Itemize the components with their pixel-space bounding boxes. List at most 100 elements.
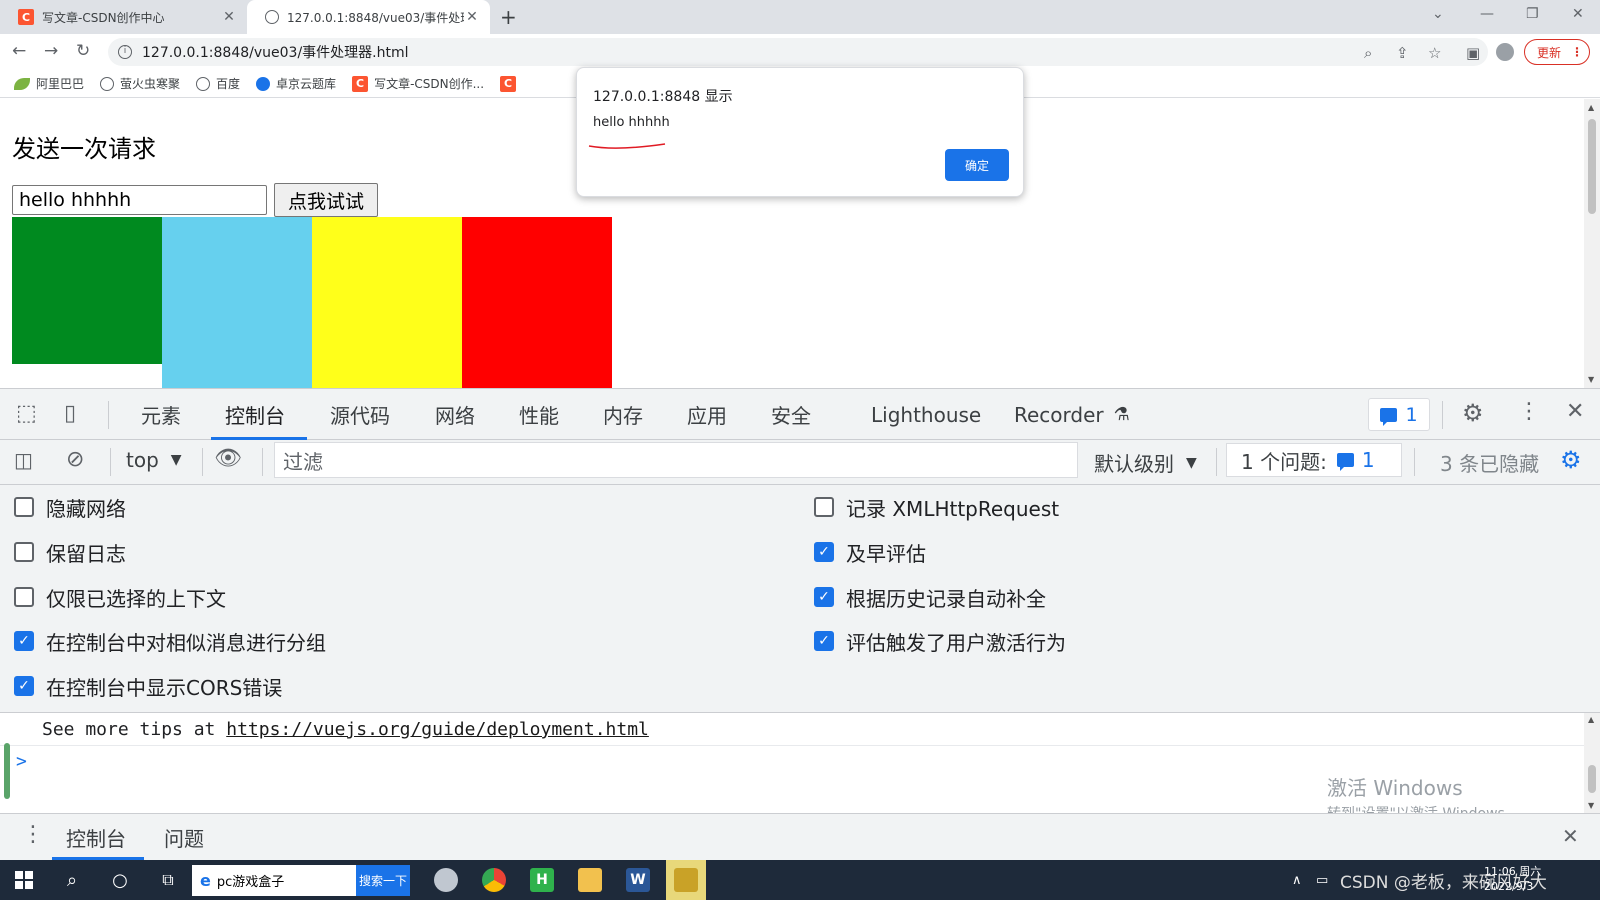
clock[interactable]: 11:06 周六 2022/9/3 [1484, 864, 1541, 894]
devtools-tab-elements[interactable]: 元素 [141, 389, 181, 440]
context-selector[interactable]: top ▼ [126, 448, 182, 472]
share-icon[interactable]: ⇪ [1396, 44, 1409, 62]
more-options-icon[interactable]: ⋮ [1518, 399, 1540, 424]
drawer-tab-issues[interactable]: 问题 [164, 814, 204, 860]
bookmark-baidu[interactable]: 百度 [196, 75, 240, 92]
reload-icon[interactable]: ↻ [76, 41, 90, 61]
close-drawer-icon[interactable]: ✕ [1562, 824, 1579, 848]
tab-search-chevron-icon[interactable]: ⌄ [1432, 6, 1444, 22]
browser-tab-csdn[interactable]: C 写文章-CSDN创作中心 ✕ [0, 0, 247, 34]
checkbox-unchecked-icon[interactable] [14, 587, 34, 607]
search-icon[interactable]: ⌕ [52, 860, 92, 900]
devtools-tab-security[interactable]: 安全 [771, 389, 811, 440]
devtools-tab-performance[interactable]: 性能 [519, 389, 559, 440]
devtools-tab-lighthouse[interactable]: Lighthouse [871, 389, 981, 440]
setting-settings_left-2[interactable]: 仅限已选择的上下文 [14, 583, 226, 611]
checkbox-checked-icon[interactable]: ✓ [14, 631, 34, 651]
scroll-thumb[interactable] [1588, 765, 1596, 793]
scroll-down-icon[interactable]: ▼ [1588, 375, 1594, 384]
drag-handle[interactable] [4, 743, 10, 799]
console-link[interactable]: https://vuejs.org/guide/deployment.html [226, 719, 649, 740]
forward-arrow-icon[interactable]: → [44, 41, 58, 61]
back-arrow-icon[interactable]: ← [12, 41, 26, 61]
scroll-up-icon[interactable]: ▲ [1588, 715, 1594, 724]
scroll-up-icon[interactable]: ▲ [1588, 103, 1594, 112]
console-scrollbar[interactable]: ▲ ▼ [1584, 713, 1600, 813]
setting-settings_left-3[interactable]: ✓ 在控制台中对相似消息进行分组 [14, 627, 326, 655]
new-tab-icon[interactable]: + [500, 5, 517, 29]
restore-icon[interactable]: ❐ [1526, 6, 1539, 22]
taskbar-search-box[interactable]: e pc游戏盒子 搜索一下 [192, 865, 410, 896]
site-info-icon[interactable]: i [118, 45, 132, 59]
side-panel-icon[interactable]: ▣ [1466, 44, 1480, 62]
bookmark-zhuojing[interactable]: 卓京云题库 [256, 75, 336, 92]
setting-settings_left-0[interactable]: 隐藏网络 [14, 493, 126, 521]
browser-tab-event-handler[interactable]: 127.0.0.1:8848/vue03/事件处理 ✕ [247, 0, 490, 34]
tray-chevron-icon[interactable]: ∧ [1292, 860, 1302, 900]
settings-gear-icon[interactable]: ⚙ [1462, 399, 1484, 427]
try-button[interactable]: 点我试试 [274, 183, 378, 217]
setting-settings_right-0[interactable]: 记录 XMLHttpRequest [814, 493, 1059, 521]
message-input[interactable] [12, 185, 267, 215]
devtools-tab-recorder[interactable]: Recorder ⚗ [1014, 389, 1130, 440]
checkbox-checked-icon[interactable]: ✓ [814, 587, 834, 607]
alert-ok-button[interactable]: 确定 [945, 149, 1009, 181]
battery-icon[interactable]: ▭ [1316, 860, 1328, 900]
page-scrollbar[interactable]: ▲ ▼ [1584, 99, 1600, 388]
sidebar-toggle-icon[interactable]: ◫ [14, 448, 33, 472]
checkbox-checked-icon[interactable]: ✓ [14, 676, 34, 696]
checkbox-checked-icon[interactable]: ✓ [814, 631, 834, 651]
close-window-icon[interactable]: ✕ [1572, 6, 1584, 22]
checkbox-checked-icon[interactable]: ✓ [814, 542, 834, 562]
log-level-selector[interactable]: 默认级别 ▼ [1094, 448, 1197, 477]
bookmark-csdn[interactable]: C 写文章-CSDN创作... [352, 75, 484, 92]
setting-settings_right-3[interactable]: ✓ 评估触发了用户激活行为 [814, 627, 1066, 655]
drawer-tab-console[interactable]: 控制台 [52, 814, 144, 860]
task-view-icon[interactable]: ⧉ [148, 860, 188, 900]
checkbox-unchecked-icon[interactable] [14, 542, 34, 562]
cortana-icon[interactable]: ○ [100, 860, 140, 900]
taskbar-app-paint[interactable] [426, 860, 466, 900]
devtools-tab-console[interactable]: 控制台 [211, 389, 307, 440]
taskbar-app-chrome[interactable] [474, 860, 514, 900]
devtools-tab-sources[interactable]: 源代码 [330, 389, 390, 440]
start-button[interactable] [0, 860, 48, 900]
profile-avatar-icon[interactable] [1496, 43, 1514, 61]
issues-button[interactable]: 1 个问题: 1 [1226, 443, 1402, 477]
taskbar-app-word[interactable]: W [618, 860, 658, 900]
setting-settings_right-1[interactable]: ✓ 及早评估 [814, 538, 926, 566]
address-bar[interactable]: i 127.0.0.1:8848/vue03/事件处理器.html [108, 38, 1488, 66]
devtools-tab-network[interactable]: 网络 [435, 389, 475, 440]
inspect-element-icon[interactable]: ⬚ [16, 401, 37, 426]
device-toolbar-icon[interactable]: ▯ [64, 401, 76, 426]
tab-close-icon[interactable]: ✕ [464, 9, 480, 25]
bookmark-alibaba[interactable]: 阿里巴巴 [14, 75, 84, 92]
console-settings-gear-icon[interactable]: ⚙ [1560, 446, 1582, 474]
issues-counter-button[interactable]: 1 [1368, 398, 1430, 431]
devtools-tab-memory[interactable]: 内存 [603, 389, 643, 440]
checkbox-unchecked-icon[interactable] [814, 497, 834, 517]
eye-icon[interactable]: 👁 [214, 446, 242, 471]
zoom-icon[interactable]: ⌕ [1364, 44, 1372, 62]
update-button[interactable]: 更新 ⋮ [1524, 39, 1590, 65]
minimize-icon[interactable]: — [1480, 6, 1494, 22]
setting-settings_left-1[interactable]: 保留日志 [14, 538, 126, 566]
taskbar-app-hbuilder[interactable]: H [522, 860, 562, 900]
filter-input[interactable]: 过滤 [274, 442, 1078, 478]
scroll-down-icon[interactable]: ▼ [1588, 801, 1594, 810]
devtools-tab-application[interactable]: 应用 [687, 389, 727, 440]
bookmark-star-icon[interactable]: ☆ [1428, 44, 1441, 62]
search-go-button[interactable]: 搜索一下 [356, 865, 410, 896]
taskbar-app-active[interactable] [666, 860, 706, 900]
tab-close-icon[interactable]: ✕ [221, 9, 237, 25]
close-devtools-icon[interactable]: ✕ [1566, 399, 1584, 424]
setting-settings_right-2[interactable]: ✓ 根据历史记录自动补全 [814, 583, 1046, 611]
bookmark-firefly[interactable]: 萤火虫寒聚 [100, 75, 180, 92]
drawer-menu-icon[interactable]: ⋮ [22, 822, 44, 847]
bookmark-csdn-2[interactable]: C [500, 75, 522, 92]
checkbox-unchecked-icon[interactable] [14, 497, 34, 517]
setting-settings_left-4[interactable]: ✓ 在控制台中显示CORS错误 [14, 672, 282, 700]
clear-console-icon[interactable]: ⊘ [66, 447, 84, 472]
taskbar-app-explorer[interactable] [570, 860, 610, 900]
scroll-thumb[interactable] [1588, 119, 1596, 214]
